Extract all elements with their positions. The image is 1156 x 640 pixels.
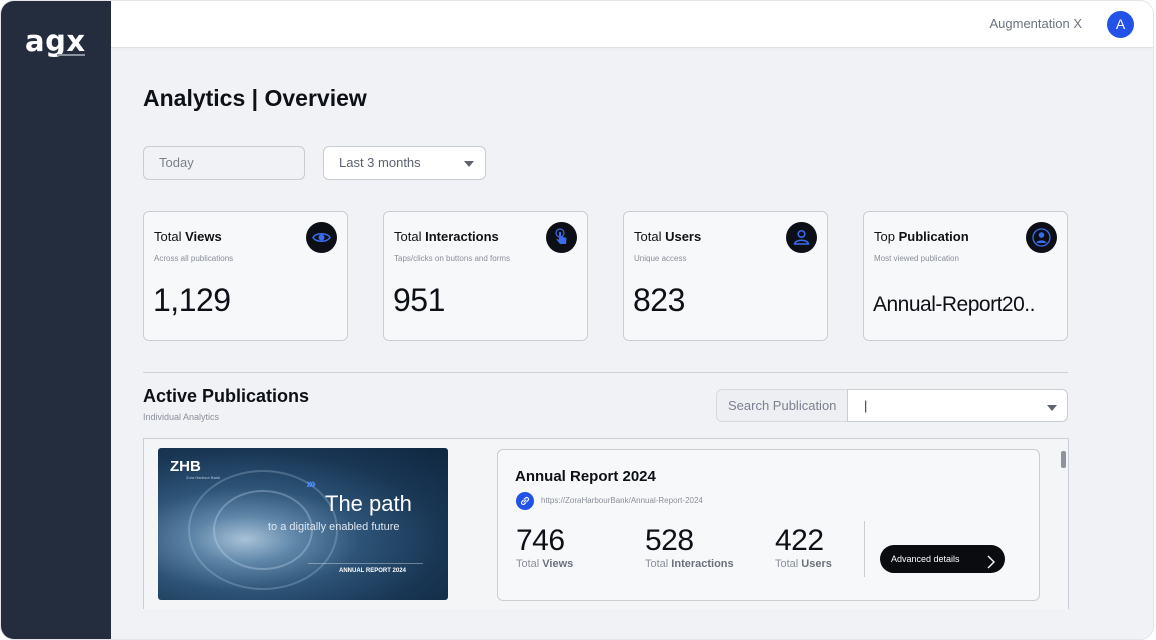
range-select[interactable]: Last 3 months — [323, 146, 486, 180]
search-publication-input[interactable]: | — [847, 389, 1068, 422]
stat-card-value: 823 — [633, 282, 685, 318]
link-icon[interactable] — [516, 492, 534, 510]
eye-icon — [306, 222, 337, 253]
advanced-details-label: Advanced details — [891, 554, 960, 564]
chevron-right-icon — [986, 552, 996, 580]
publication-url[interactable]: https://ZoraHarbourBank/Annual-Report-20… — [541, 496, 703, 505]
stat-card-subtitle: Unique access — [634, 254, 687, 263]
publication-list: ZHB Zora Harbour Bank ››› The path to a … — [143, 438, 1069, 609]
publication-card: Annual Report 2024 https://ZoraHarbourBa… — [497, 449, 1040, 601]
stat-label: Total Views — [516, 558, 574, 570]
page-title: Analytics | Overview — [143, 85, 367, 111]
publication-stat-interactions: 528 Total Interactions — [645, 524, 734, 570]
publication-stat-views: 746 Total Views — [516, 524, 573, 570]
stat-label: Total Users — [775, 558, 832, 570]
stat-value: 746 — [516, 524, 565, 557]
stat-card-subtitle: Taps/clicks on buttons and forms — [394, 254, 511, 263]
stat-card-value[interactable]: Annual-Report20.. — [873, 293, 1035, 317]
active-publications-title: Active Publications — [143, 386, 310, 406]
stats-divider — [864, 521, 865, 577]
user-icon — [1026, 222, 1057, 253]
range-select-value: Last 3 months — [339, 155, 421, 170]
caret-down-icon[interactable] — [1047, 405, 1057, 411]
stat-card-subtitle: Most viewed publication — [874, 254, 959, 263]
publication-title: Annual Report 2024 — [515, 468, 656, 485]
tap-icon — [546, 222, 577, 253]
stat-card-title: Top Publication — [874, 229, 969, 244]
search-publication-value: | — [864, 398, 868, 413]
logo-underline — [57, 54, 85, 56]
stat-card-value: 951 — [393, 282, 445, 318]
stat-value: 528 — [645, 524, 694, 557]
search-publication-label: Search Publication — [716, 389, 848, 422]
user-avatar[interactable]: A — [1107, 11, 1134, 38]
stat-card-value: 1,129 — [153, 282, 231, 318]
thumbnail-footer: ANNUAL REPORT 2024 — [339, 568, 406, 574]
top-bar: Augmentation X A — [111, 1, 1153, 48]
stat-card-users: Total Users Unique access 823 — [623, 211, 828, 341]
stat-label: Total Interactions — [645, 558, 734, 570]
scrollbar-thumb[interactable] — [1061, 451, 1066, 468]
users-icon — [786, 222, 817, 253]
thumbnail-tagline: to a digitally enabled future — [268, 521, 400, 533]
stat-card-title: Total Users — [634, 229, 702, 244]
chevrons-icon: ››› — [306, 475, 316, 491]
organization-name[interactable]: Augmentation X — [989, 16, 1082, 31]
active-publications-subtitle: Individual Analytics — [143, 412, 220, 422]
publication-stat-users: 422 Total Users — [775, 524, 832, 570]
publication-thumbnail[interactable]: ZHB Zora Harbour Bank ››› The path to a … — [158, 448, 448, 600]
stat-card-views: Total Views Across all publications 1,12… — [143, 211, 348, 341]
stat-card-subtitle: Across all publications — [154, 254, 234, 263]
stat-card-title: Total Interactions — [394, 229, 499, 244]
stat-card-title: Total Views — [154, 229, 222, 244]
stat-card-top-publication: Top Publication Most viewed publication … — [863, 211, 1068, 341]
caret-down-icon — [464, 161, 474, 167]
thumbnail-rule — [308, 563, 423, 564]
section-divider — [143, 372, 1068, 373]
stat-card-interactions: Total Interactions Taps/clicks on button… — [383, 211, 588, 341]
thumbnail-bank-logo: ZHB — [170, 458, 201, 475]
date-filter-input[interactable]: Today — [143, 146, 305, 180]
sidebar: agx — [1, 1, 111, 639]
app-window: agx Augmentation X A Analytics | Overvie… — [0, 0, 1154, 640]
thumbnail-bank-name: Zora Harbour Bank — [186, 475, 221, 480]
stat-value: 422 — [775, 524, 824, 557]
advanced-details-button[interactable]: Advanced details — [880, 545, 1005, 573]
thumbnail-headline: The path — [325, 491, 412, 516]
